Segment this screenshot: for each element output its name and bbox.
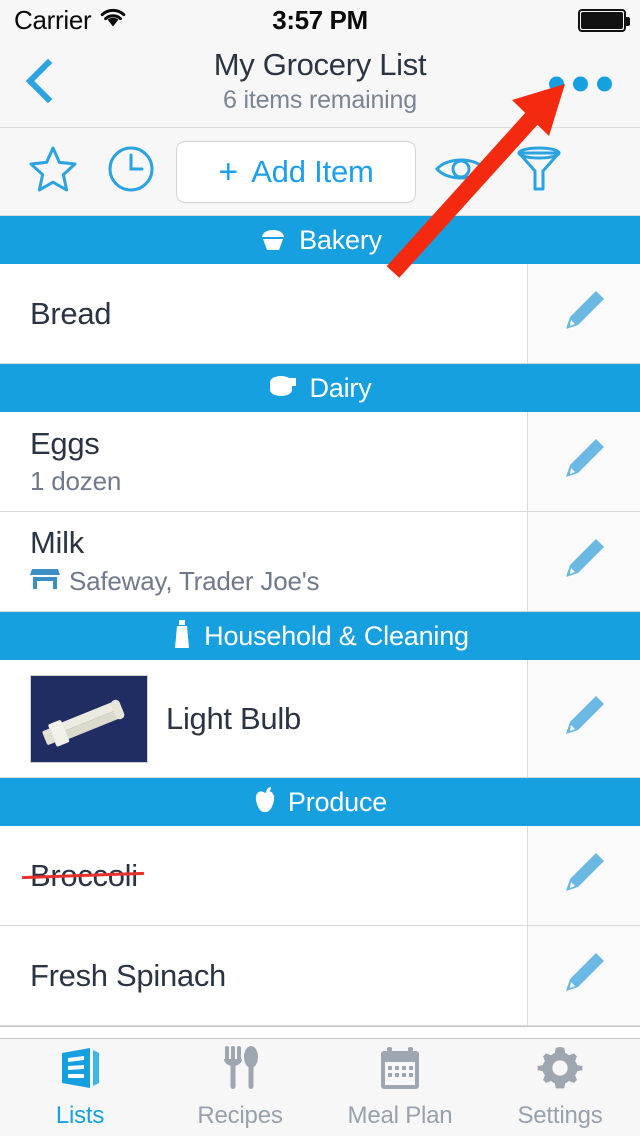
section-label: Produce <box>287 786 388 817</box>
list-item-texts: Bread <box>30 295 112 332</box>
list-item-texts: Eggs 1 dozen <box>30 426 121 497</box>
list-item-stores: Safeway, Trader Joe's <box>69 566 320 596</box>
pencil-icon <box>558 533 610 590</box>
battery-full-icon <box>578 8 630 32</box>
pencil-icon <box>558 690 610 747</box>
tab-label-meal-plan: Meal Plan <box>347 1102 453 1129</box>
edit-item-button[interactable] <box>527 926 640 1026</box>
section-label: Household & Cleaning <box>204 620 469 651</box>
clock-icon <box>106 144 156 199</box>
app-screen: Carrier 3:57 PM My Grocery List 6 items … <box>0 0 640 1136</box>
edit-item-button[interactable] <box>527 412 640 512</box>
list-item[interactable]: Light Bulb <box>0 660 640 778</box>
navigation-bar: My Grocery List 6 items remaining <box>0 40 640 128</box>
favorite-button[interactable] <box>14 143 92 200</box>
pencil-icon <box>558 433 610 490</box>
lists-icon <box>56 1045 104 1096</box>
tab-settings[interactable]: Settings <box>480 1039 640 1136</box>
pencil-icon <box>558 947 610 1004</box>
list-item[interactable]: Milk Safeway, Trader Joe's <box>0 512 640 612</box>
list-item-content[interactable]: Milk Safeway, Trader Joe's <box>0 512 527 612</box>
list-item-name: Fresh Spinach <box>30 957 226 993</box>
pencil-icon <box>558 285 610 342</box>
list-item[interactable]: Eggs 1 dozen <box>0 412 640 512</box>
more-horizontal-icon <box>549 76 564 91</box>
add-item-button[interactable]: + Add Item <box>176 140 416 203</box>
section-header-dairy: Dairy <box>0 364 640 412</box>
clock-time: 3:57 PM <box>272 4 368 35</box>
edit-item-button[interactable] <box>527 512 640 612</box>
list-item-texts: Light Bulb <box>166 701 301 737</box>
tab-lists[interactable]: Lists <box>0 1039 160 1136</box>
apple-icon <box>253 786 277 819</box>
show-hide-completed-button[interactable] <box>422 149 500 194</box>
list-item-name: Light Bulb <box>166 700 301 736</box>
plus-icon: + <box>218 152 239 191</box>
more-options-button[interactable] <box>545 66 616 101</box>
tab-label-settings: Settings <box>517 1102 603 1129</box>
list-item-thumbnail[interactable] <box>30 674 148 763</box>
list-item[interactable]: Broccoli <box>0 826 640 926</box>
page-subtitle: 6 items remaining <box>223 86 417 114</box>
status-bar: Carrier 3:57 PM <box>0 0 640 40</box>
page-title: My Grocery List <box>213 47 427 82</box>
list-item[interactable]: Bread <box>0 264 640 364</box>
cupcake-icon <box>258 225 288 256</box>
list-item-texts: Fresh Spinach <box>30 958 226 994</box>
page-title-block: My Grocery List 6 items remaining <box>0 46 640 116</box>
cheese-icon <box>268 372 298 405</box>
list-item[interactable]: Fresh Spinach <box>0 926 640 1026</box>
list-item-name: Milk <box>30 525 84 560</box>
list-item-name: Eggs <box>30 426 100 461</box>
tab-recipes[interactable]: Recipes <box>160 1039 320 1136</box>
fork-spoon-icon <box>218 1045 262 1096</box>
section-label: Dairy <box>309 372 372 403</box>
tab-bar: Lists Recipes Meal Plan Settings <box>0 1038 640 1136</box>
status-bar-right <box>578 8 630 32</box>
calendar-icon <box>376 1045 424 1096</box>
list-item-content[interactable]: Eggs 1 dozen <box>0 412 527 512</box>
funnel-icon <box>515 143 563 200</box>
spray-bottle-icon <box>171 619 193 654</box>
gear-icon <box>536 1045 584 1096</box>
store-icon <box>30 565 60 598</box>
list-item-name-completed: Broccoli <box>30 857 138 893</box>
tab-label-lists: Lists <box>55 1102 105 1129</box>
list-toolbar: + Add Item <box>0 128 640 216</box>
tab-meal-plan[interactable]: Meal Plan <box>320 1039 480 1136</box>
list-item-subtitle: 1 dozen <box>30 466 121 497</box>
list-item-texts: Broccoli <box>30 858 138 894</box>
list-item-content[interactable]: Fresh Spinach <box>0 926 527 1026</box>
list-item-content[interactable]: Bread <box>0 264 527 364</box>
list-item-name: Bread <box>30 295 112 331</box>
filter-button[interactable] <box>500 143 578 200</box>
list-item-subtitle: Safeway, Trader Joe's <box>30 565 319 598</box>
star-icon <box>27 143 79 200</box>
eye-icon <box>433 149 489 194</box>
section-header-produce: Produce <box>0 778 640 826</box>
pencil-icon <box>558 847 610 904</box>
more-horizontal-icon-dot3 <box>597 76 612 91</box>
recent-items-button[interactable] <box>92 144 170 199</box>
edit-item-button[interactable] <box>527 264 640 364</box>
add-item-label: Add Item <box>251 153 374 189</box>
list-item-content[interactable]: Light Bulb <box>0 660 527 778</box>
tab-label-recipes: Recipes <box>197 1102 283 1129</box>
more-horizontal-icon-dot2 <box>573 76 588 91</box>
list-item-quantity: 1 dozen <box>30 466 122 496</box>
list-item-texts: Milk Safeway, Trader Joe's <box>30 525 319 598</box>
section-header-household-cleaning: Household & Cleaning <box>0 612 640 660</box>
edit-item-button[interactable] <box>527 826 640 926</box>
section-header-bakery: Bakery <box>0 216 640 264</box>
section-label: Bakery <box>299 224 382 255</box>
list-item-content[interactable]: Broccoli <box>0 826 527 926</box>
edit-item-button[interactable] <box>527 660 640 778</box>
grocery-list[interactable]: Bakery Bread Dairy Eggs 1 dozen Milk Saf… <box>0 216 640 1038</box>
list-bottom-divider <box>0 1026 640 1027</box>
